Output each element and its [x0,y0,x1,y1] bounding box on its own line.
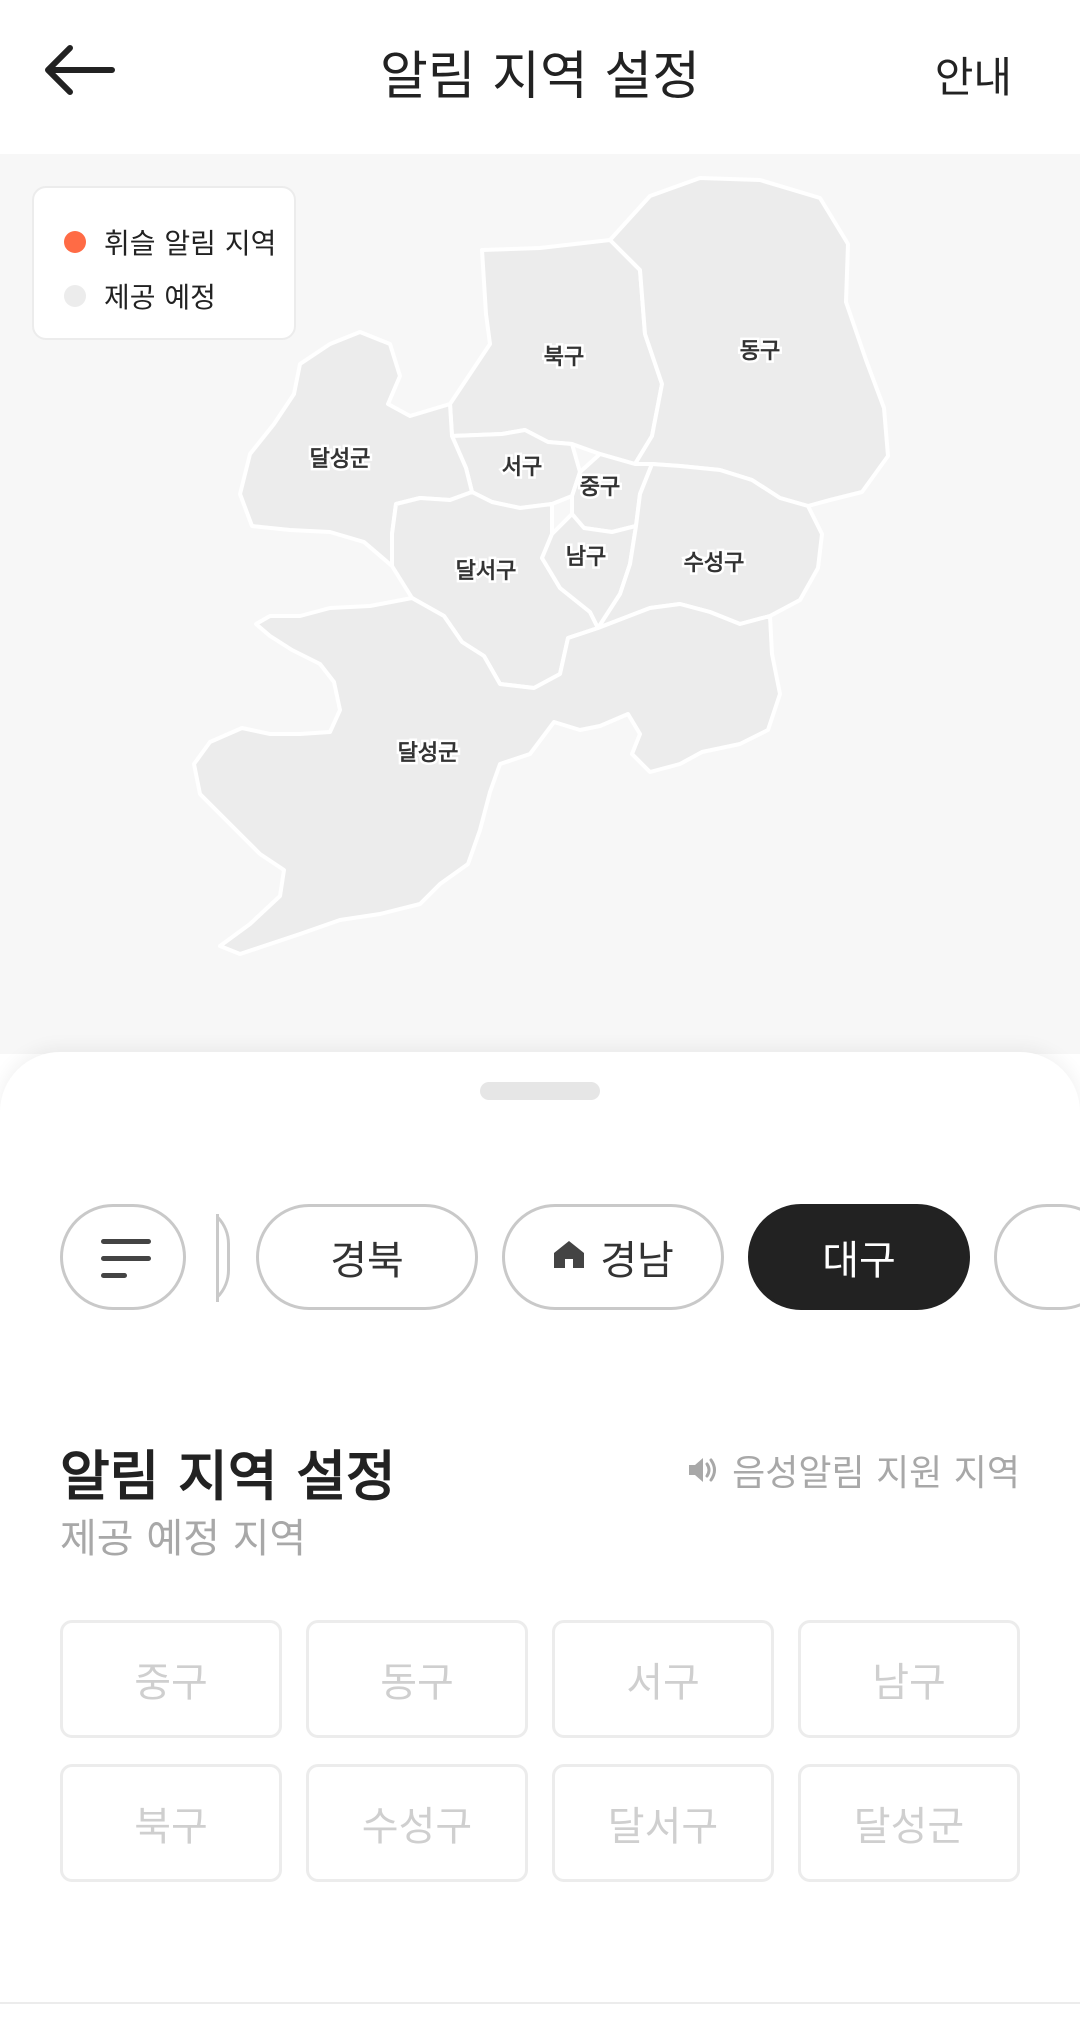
sheet-drag-handle[interactable] [480,1082,600,1100]
map-label-junggu: 중구 [580,475,620,500]
map-label-dalseogu: 달서구 [456,559,517,584]
legend-label: 휘슬 알림 지역 [104,227,277,260]
legend-item-alert: 휘슬 알림 지역 [64,222,276,262]
region-button-bukgu[interactable]: 북구 [60,1764,282,1882]
bottom-divider [0,2002,1080,2004]
section-subtitle: 제공 예정 지역 [60,1516,307,1562]
voice-support-note: 음성알림 지원 지역 [686,1444,1020,1496]
legend-item-planned: 제공 예정 [64,276,216,316]
region-button-namgu[interactable]: 남구 [798,1620,1020,1738]
region-button-donggu[interactable]: 동구 [306,1620,528,1738]
legend-label: 제공 예정 [104,281,216,314]
region-button-dalseonggun[interactable]: 달성군 [798,1764,1020,1882]
legend-dot-orange [64,231,86,253]
header: 알림 지역 설정 안내 [0,0,1080,154]
region-button-junggu[interactable]: 중구 [60,1620,282,1738]
filter-button[interactable] [60,1204,186,1310]
bottom-sheet: 경북 경남 대구 알림 지역 설정 제공 예정 지역 음성알림 지원 지역 중구… [0,1052,1080,2036]
tab-daegu[interactable]: 대구 [748,1204,970,1310]
tab-label: 대구 [822,1238,896,1284]
map-label-seogu: 서구 [502,455,542,480]
voice-note-text: 음성알림 지원 지역 [732,1453,1020,1494]
speaker-icon [689,1458,717,1482]
home-icon [552,1234,586,1280]
page-title: 알림 지역 설정 [379,47,701,107]
tab-gyeongbuk[interactable]: 경북 [256,1204,478,1310]
region-button-suseonggu[interactable]: 수성구 [306,1764,528,1882]
map-label-bukgu: 북구 [544,345,584,370]
map-legend: 휘슬 알림 지역 제공 예정 [32,186,296,340]
map-label-suseonggu: 수성구 [684,551,745,576]
legend-dot-gray [64,285,86,307]
map-label-dalseonggun-south: 달성군 [398,741,459,766]
guide-button[interactable]: 안내 [935,44,1012,105]
map-label-donggu: 동구 [740,339,780,364]
map-label-dalseonggun-west: 달성군 [310,447,371,472]
province-tabs: 경북 경남 대구 [0,1202,1080,1312]
tab-partial-next[interactable] [994,1204,1080,1310]
map-label-namgu: 남구 [566,545,606,570]
region-button-seogu[interactable]: 서구 [552,1620,774,1738]
tab-label: 경남 [600,1238,674,1284]
map-area: 북구 동구 달성군 서구 중구 달서구 남구 수성구 달성군 휘슬 알림 지역 … [0,154,1080,1054]
tab-label: 경북 [330,1238,404,1284]
region-button-dalseogu[interactable]: 달서구 [552,1764,774,1882]
section-title: 알림 지역 설정 [60,1445,396,1508]
tab-divider [216,1214,219,1302]
tab-gyeongnam[interactable]: 경남 [502,1204,724,1310]
